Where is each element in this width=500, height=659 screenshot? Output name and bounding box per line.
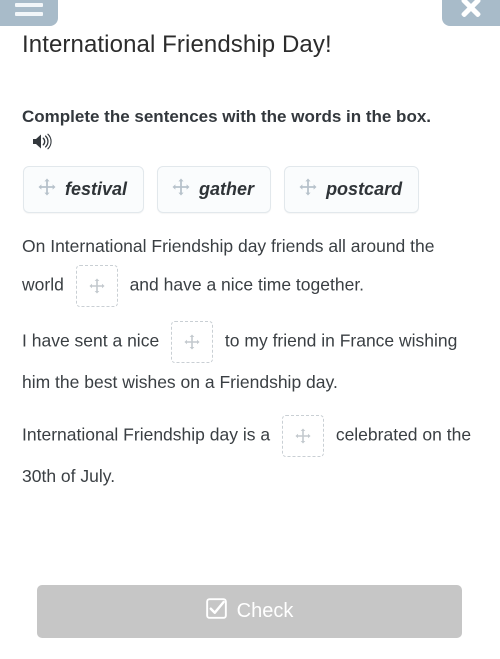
chip-label: festival xyxy=(65,179,128,199)
hamburger-menu-icon xyxy=(15,0,43,21)
sentence-text-after: and have a nice time together. xyxy=(129,274,365,295)
sentence-text-before: International Friendship day is a xyxy=(22,424,271,445)
instruction-text: Complete the sentences with the words in… xyxy=(22,104,454,158)
answer-dropzone[interactable] xyxy=(75,265,118,307)
draggable-word-chip[interactable]: festival xyxy=(23,166,145,213)
sentence-item: International Friendship day is a celebr… xyxy=(22,415,477,495)
chip-label: gather xyxy=(199,179,255,199)
close-button[interactable] xyxy=(442,0,500,26)
page-title: International Friendship Day! xyxy=(22,31,332,58)
move-arrows-icon xyxy=(89,278,105,294)
move-arrows-icon xyxy=(299,178,317,201)
move-arrows-icon xyxy=(38,178,56,201)
move-arrows-icon xyxy=(172,178,190,201)
move-arrows-icon xyxy=(184,334,200,350)
sentences-list: On International Friendship day friends … xyxy=(22,227,477,509)
word-bank: festival gather postcard xyxy=(23,166,420,213)
chip-label: postcard xyxy=(326,179,403,199)
sentence-item: On International Friendship day friends … xyxy=(22,227,477,307)
exercise-page: International Friendship Day! Complete t… xyxy=(0,0,500,659)
answer-dropzone[interactable] xyxy=(281,415,324,457)
speaker-icon[interactable] xyxy=(32,132,52,158)
check-button-label: Check xyxy=(236,600,294,622)
close-icon xyxy=(458,0,484,20)
move-arrows-icon xyxy=(295,428,311,444)
draggable-word-chip[interactable]: postcard xyxy=(284,166,420,213)
check-button[interactable]: Check xyxy=(37,585,462,638)
answer-dropzone[interactable] xyxy=(171,321,214,363)
draggable-word-chip[interactable]: gather xyxy=(157,166,272,213)
menu-button[interactable] xyxy=(0,0,58,26)
instruction-label: Complete the sentences with the words in… xyxy=(22,107,432,126)
sentence-item: I have sent a nice to my friend in Franc… xyxy=(22,321,477,401)
sentence-text-before: I have sent a nice xyxy=(22,330,160,351)
checkbox-checked-icon xyxy=(205,598,227,625)
